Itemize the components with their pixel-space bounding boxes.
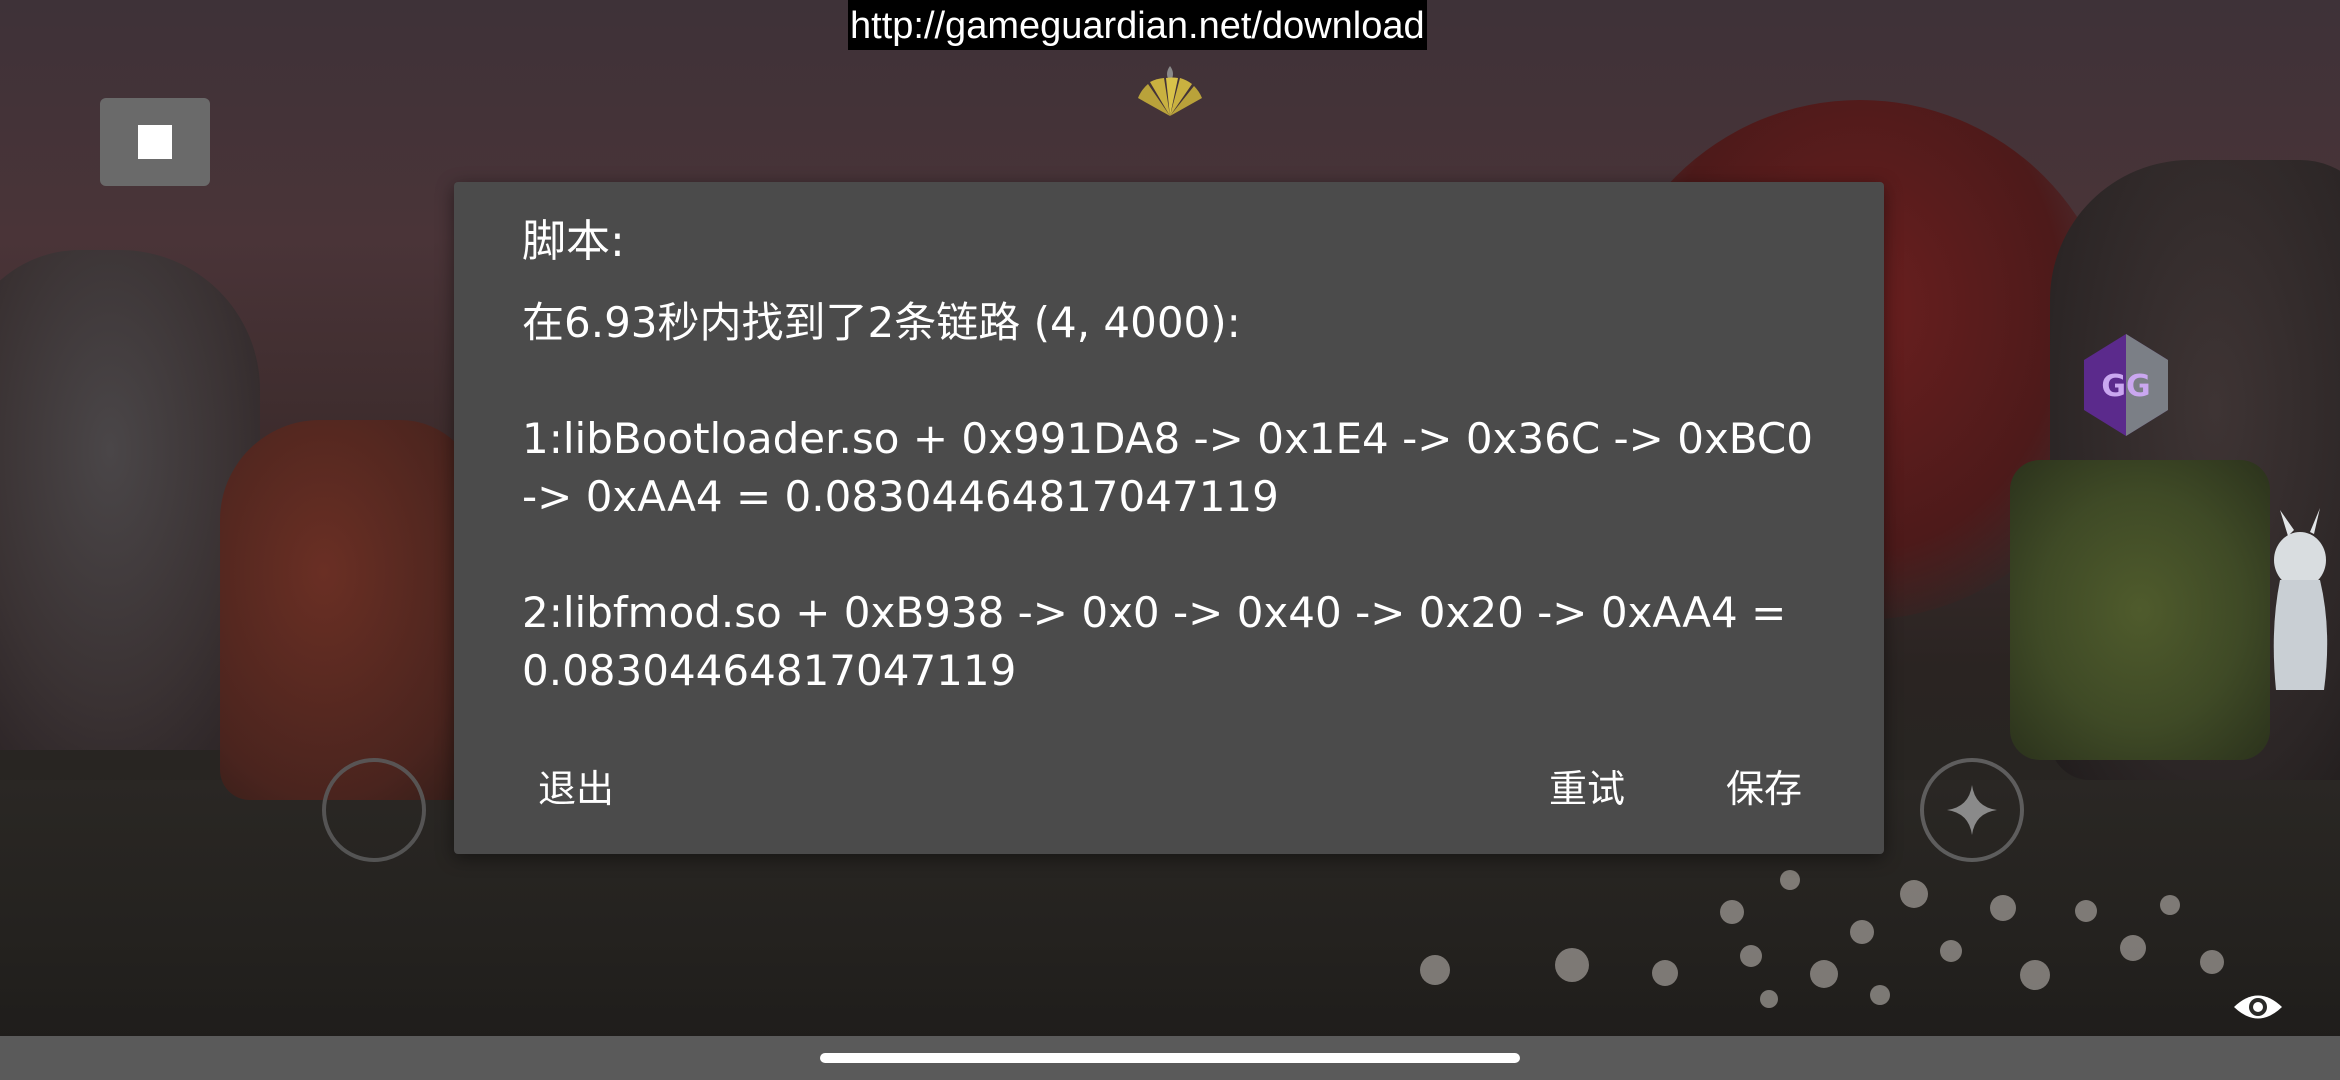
player-character: [2273, 508, 2328, 690]
eye-icon[interactable]: [2232, 990, 2284, 1024]
emote-button[interactable]: [1920, 758, 2024, 862]
green-arch-background: [2010, 460, 2270, 760]
save-button[interactable]: 保存: [1710, 754, 1818, 824]
search-summary: 在6.93秒内找到了2条链路 (4, 4000):: [522, 298, 1241, 347]
pointer-chain-result-2: 2:libfmod.so + 0xB938 -> 0x0 -> 0x40 -> …: [522, 588, 1787, 695]
sparkle-icon: [1947, 785, 1997, 835]
stop-button[interactable]: [100, 98, 210, 186]
dialog-message: 在6.93秒内找到了2条链路 (4, 4000): 1:libBootloade…: [522, 294, 1822, 700]
dialog-title: 脚本:: [522, 216, 625, 267]
exit-button[interactable]: 退出: [522, 754, 630, 824]
pointer-chain-result-1: 1:libBootloader.so + 0x991DA8 -> 0x1E4 -…: [522, 414, 1813, 521]
retry-button[interactable]: 重试: [1533, 754, 1641, 824]
joystick-circle[interactable]: [322, 758, 426, 862]
fan-icon: [1138, 66, 1202, 116]
script-result-dialog: 脚本: 在6.93秒内找到了2条链路 (4, 4000): 1:libBootl…: [454, 182, 1884, 854]
url-banner[interactable]: http://gameguardian.net/download: [848, 0, 1427, 50]
gameguardian-logo-icon[interactable]: GG: [2080, 330, 2172, 440]
rock-left-red-background: [220, 420, 480, 800]
home-indicator[interactable]: [820, 1053, 1520, 1063]
stop-icon: [138, 125, 172, 159]
gg-logo-text: GG: [2101, 369, 2150, 404]
game-screen: http://gameguardian.net/download GG 脚本: …: [0, 0, 2340, 1080]
